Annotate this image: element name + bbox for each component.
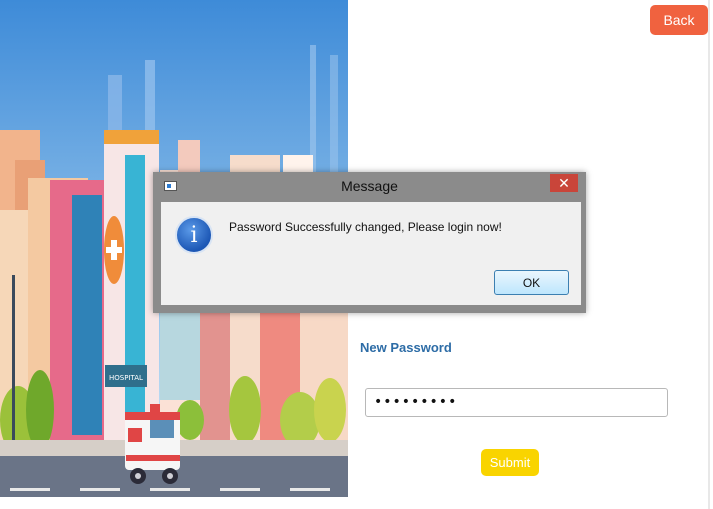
info-icon: i [175, 216, 213, 254]
dialog-body: i Password Successfully changed, Please … [161, 202, 581, 305]
hospital-sign-text: HOSPITAL [109, 374, 143, 382]
dialog-title: Message [341, 178, 398, 194]
ok-button[interactable]: OK [494, 270, 569, 295]
message-dialog: Message ✕ i Password Successfully change… [153, 172, 586, 313]
back-button[interactable]: Back [650, 5, 708, 35]
new-password-label: New Password [360, 340, 452, 355]
submit-button[interactable]: Submit [481, 449, 539, 476]
panel-border [708, 0, 710, 509]
dialog-message: Password Successfully changed, Please lo… [229, 220, 502, 234]
close-icon: ✕ [558, 174, 570, 191]
dialog-close-button[interactable]: ✕ [550, 174, 578, 192]
new-password-field[interactable]: ••••••••• [365, 388, 668, 417]
dialog-titlebar[interactable]: Message ✕ [153, 172, 586, 200]
info-icon-glyph: i [190, 222, 198, 248]
